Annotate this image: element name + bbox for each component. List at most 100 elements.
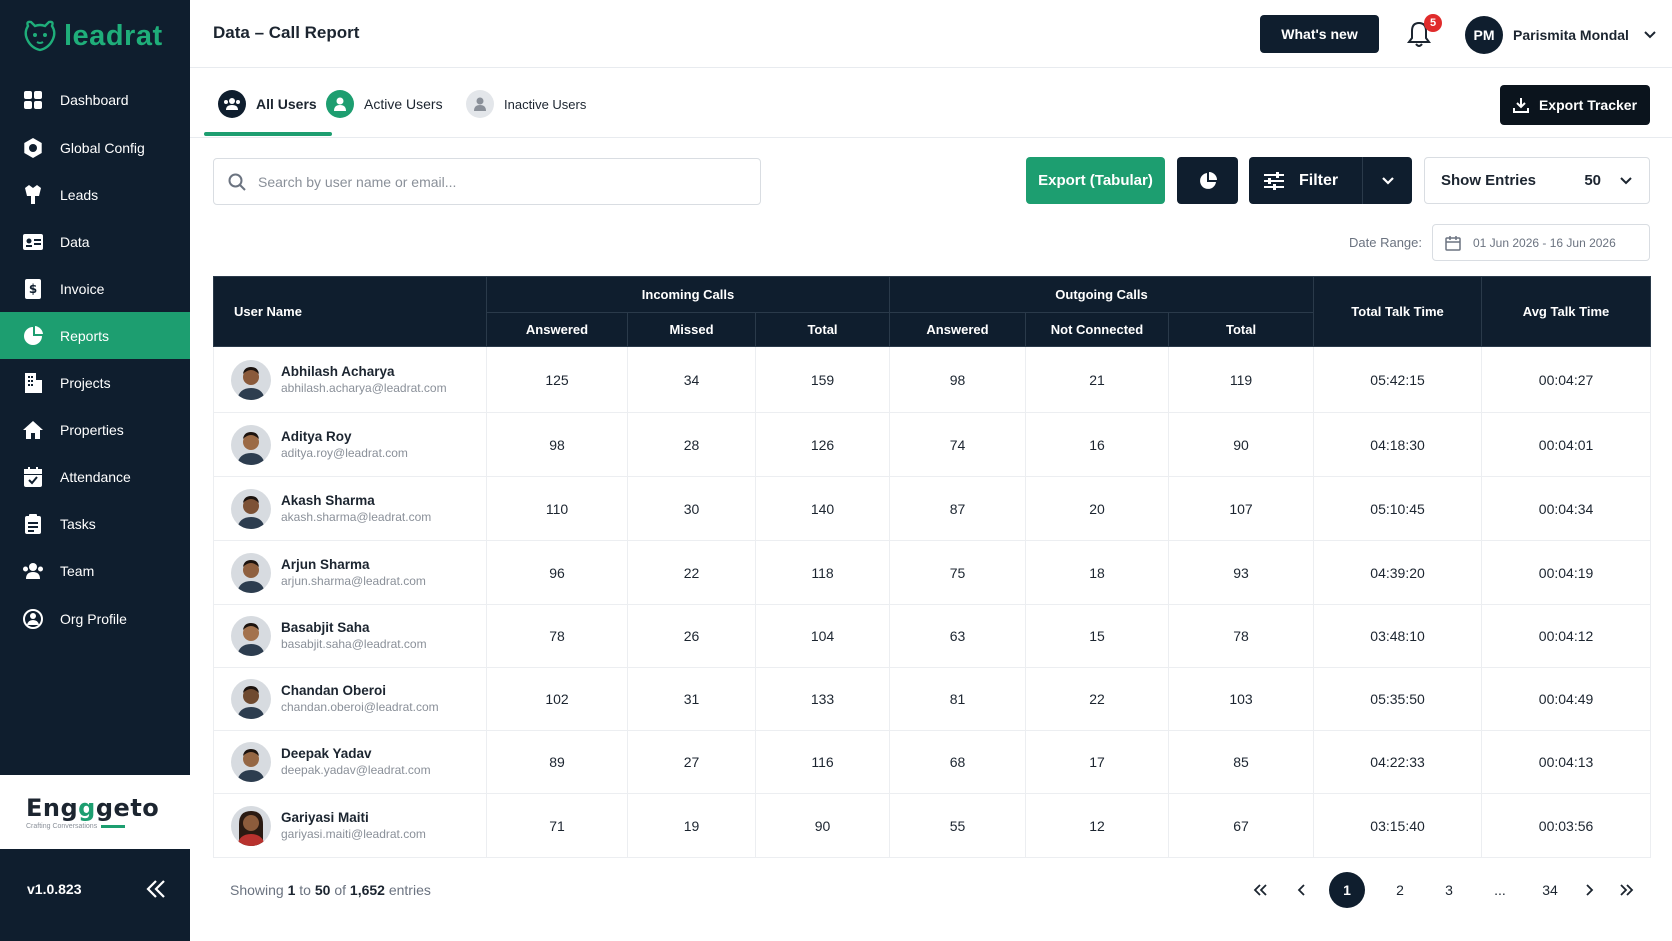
- cell-in-total: 90: [755, 793, 890, 858]
- partner-name-part: Eng: [26, 794, 79, 822]
- user-name: Basabjit Saha: [281, 620, 370, 635]
- sidebar-item-label: Reports: [60, 327, 110, 344]
- next-page-icon[interactable]: [1578, 872, 1600, 908]
- sidebar-item-projects[interactable]: Projects: [0, 359, 190, 406]
- sidebar-item-invoice[interactable]: $ Invoice: [0, 265, 190, 312]
- collapse-sidebar-icon[interactable]: [146, 878, 166, 900]
- sidebar-item-data[interactable]: Data: [0, 218, 190, 265]
- calendar-icon: [22, 466, 44, 488]
- user-name: Parismita Mondal: [1513, 27, 1629, 43]
- sidebar-item-reports[interactable]: Reports: [0, 312, 190, 359]
- user-email: arjun.sharma@leadrat.com: [281, 573, 426, 588]
- prev-page-icon[interactable]: [1290, 872, 1314, 908]
- cell-in-answered: 71: [486, 793, 628, 858]
- show-entries-label: Show Entries: [1441, 172, 1537, 189]
- col-group-outgoing: Outgoing Calls: [888, 276, 1315, 313]
- date-range-picker[interactable]: 01 Jun 2026 - 16 Jun 2026: [1432, 224, 1650, 261]
- filter-button[interactable]: Filter: [1249, 157, 1412, 204]
- cell-in-missed: 31: [627, 667, 756, 731]
- cell-out-not-connected: 22: [1025, 667, 1169, 731]
- table-row[interactable]: Chandan Oberoi chandan.oberoi@leadrat.com…: [213, 667, 1652, 731]
- page-ellipsis: ...: [1494, 882, 1506, 898]
- cell-in-total: 104: [755, 604, 890, 668]
- search-icon: [228, 173, 246, 191]
- cell-out-total: 119: [1168, 346, 1315, 413]
- cell-out-not-connected: 16: [1025, 412, 1169, 477]
- tab-label: Inactive Users: [504, 96, 587, 112]
- col-header-total-talk-time: Total Talk Time: [1313, 276, 1483, 347]
- chevron-down-icon: [1620, 176, 1632, 184]
- show-entries-select[interactable]: Show Entries 50: [1424, 157, 1650, 204]
- table-row[interactable]: Aditya Roy aditya.roy@leadrat.com 98 28 126 7…: [213, 412, 1652, 477]
- tab-active-users[interactable]: Active Users: [326, 90, 443, 118]
- avatar: [231, 679, 271, 719]
- whats-new-button[interactable]: What's new: [1260, 15, 1379, 53]
- table-row[interactable]: Basabjit Saha basabjit.saha@leadrat.com 78…: [213, 604, 1652, 668]
- tab-label: All Users: [256, 96, 317, 112]
- sidebar: leadrat Dashboard Global Config Leads Da…: [0, 0, 190, 941]
- user-menu[interactable]: PM Parismita Mondal: [1465, 16, 1657, 54]
- filter-label: Filter: [1299, 171, 1339, 189]
- app-version: v1.0.823: [27, 881, 82, 897]
- page-button[interactable]: 3: [1437, 872, 1461, 908]
- avatar: [231, 616, 271, 656]
- cell-total-talk: 04:39:20: [1313, 540, 1483, 605]
- page-button[interactable]: 34: [1537, 872, 1563, 908]
- cell-in-missed: 22: [627, 540, 756, 605]
- team-icon: [22, 560, 44, 582]
- cell-in-answered: 110: [486, 476, 628, 541]
- brand-logo[interactable]: leadrat: [22, 18, 163, 54]
- sidebar-item-org-profile[interactable]: Org Profile: [0, 595, 190, 642]
- clipboard-icon: [22, 513, 44, 535]
- export-tracker-button[interactable]: Export Tracker: [1500, 85, 1650, 125]
- sidebar-item-dashboard[interactable]: Dashboard: [0, 76, 190, 123]
- date-range-label: Date Range:: [1349, 235, 1422, 250]
- call-report-table: User Name Incoming Calls Outgoing Calls …: [213, 276, 1652, 858]
- search-input[interactable]: [258, 173, 738, 190]
- search-box[interactable]: [213, 158, 761, 205]
- last-page-icon[interactable]: [1616, 872, 1638, 908]
- page-button[interactable]: 2: [1388, 872, 1412, 908]
- sidebar-item-global-config[interactable]: Global Config: [0, 124, 190, 171]
- tab-all-users[interactable]: All Users: [218, 90, 317, 118]
- summary-total: 1,652: [349, 882, 385, 898]
- table-row[interactable]: Arjun Sharma arjun.sharma@leadrat.com 96 22…: [213, 540, 1652, 605]
- sidebar-item-tasks[interactable]: Tasks: [0, 500, 190, 547]
- cell-out-not-connected: 20: [1025, 476, 1169, 541]
- table-row[interactable]: Abhilash Acharya abhilash.acharya@leadrat…: [213, 346, 1652, 413]
- avatar: [231, 359, 271, 400]
- cell-in-total: 133: [755, 667, 890, 731]
- sidebar-item-leads[interactable]: Leads: [0, 171, 190, 218]
- filter-dropdown-toggle[interactable]: [1363, 157, 1412, 204]
- users-group-icon: [218, 90, 246, 118]
- chart-view-button[interactable]: [1177, 157, 1238, 204]
- user-name: Abhilash Acharya: [281, 363, 395, 379]
- cell-out-answered: 74: [889, 412, 1026, 477]
- cell-out-total: 67: [1168, 793, 1315, 858]
- export-tracker-label: Export Tracker: [1538, 97, 1638, 113]
- cell-in-missed: 30: [627, 476, 756, 541]
- sidebar-item-label: Projects: [60, 374, 111, 391]
- sidebar-item-properties[interactable]: Properties: [0, 406, 190, 453]
- cell-out-answered: 98: [889, 346, 1026, 413]
- export-tabular-button[interactable]: Export (Tabular): [1026, 157, 1165, 204]
- table-row[interactable]: Akash Sharma akash.sharma@leadrat.com 110 3…: [213, 476, 1652, 541]
- table-row[interactable]: Deepak Yadav deepak.yadav@leadrat.com 89 27…: [213, 730, 1652, 794]
- cell-in-missed: 27: [627, 730, 756, 794]
- cell-in-answered: 102: [486, 667, 628, 731]
- cell-user: Aditya Roy aditya.roy@leadrat.com: [213, 412, 487, 477]
- cell-user: Chandan Oberoi chandan.oberoi@leadrat.com: [213, 667, 487, 731]
- cell-avg-talk: 00:04:13: [1481, 730, 1652, 794]
- user-email: chandan.oberoi@leadrat.com: [281, 700, 439, 714]
- cell-out-total: 103: [1168, 667, 1315, 731]
- cell-total-talk: 03:15:40: [1313, 793, 1483, 858]
- summary-text: of: [334, 882, 347, 898]
- page-button-current[interactable]: 1: [1329, 872, 1365, 908]
- sidebar-item-attendance[interactable]: Attendance: [0, 453, 190, 500]
- tab-inactive-users[interactable]: Inactive Users: [466, 90, 586, 118]
- sidebar-item-team[interactable]: Team: [0, 547, 190, 594]
- table-row[interactable]: Gariyasi Maiti gariyasi.maiti@leadrat.com…: [213, 793, 1652, 858]
- first-page-icon[interactable]: [1248, 872, 1272, 908]
- cell-user: Basabjit Saha basabjit.saha@leadrat.com: [213, 604, 487, 668]
- cell-out-total: 85: [1168, 730, 1315, 794]
